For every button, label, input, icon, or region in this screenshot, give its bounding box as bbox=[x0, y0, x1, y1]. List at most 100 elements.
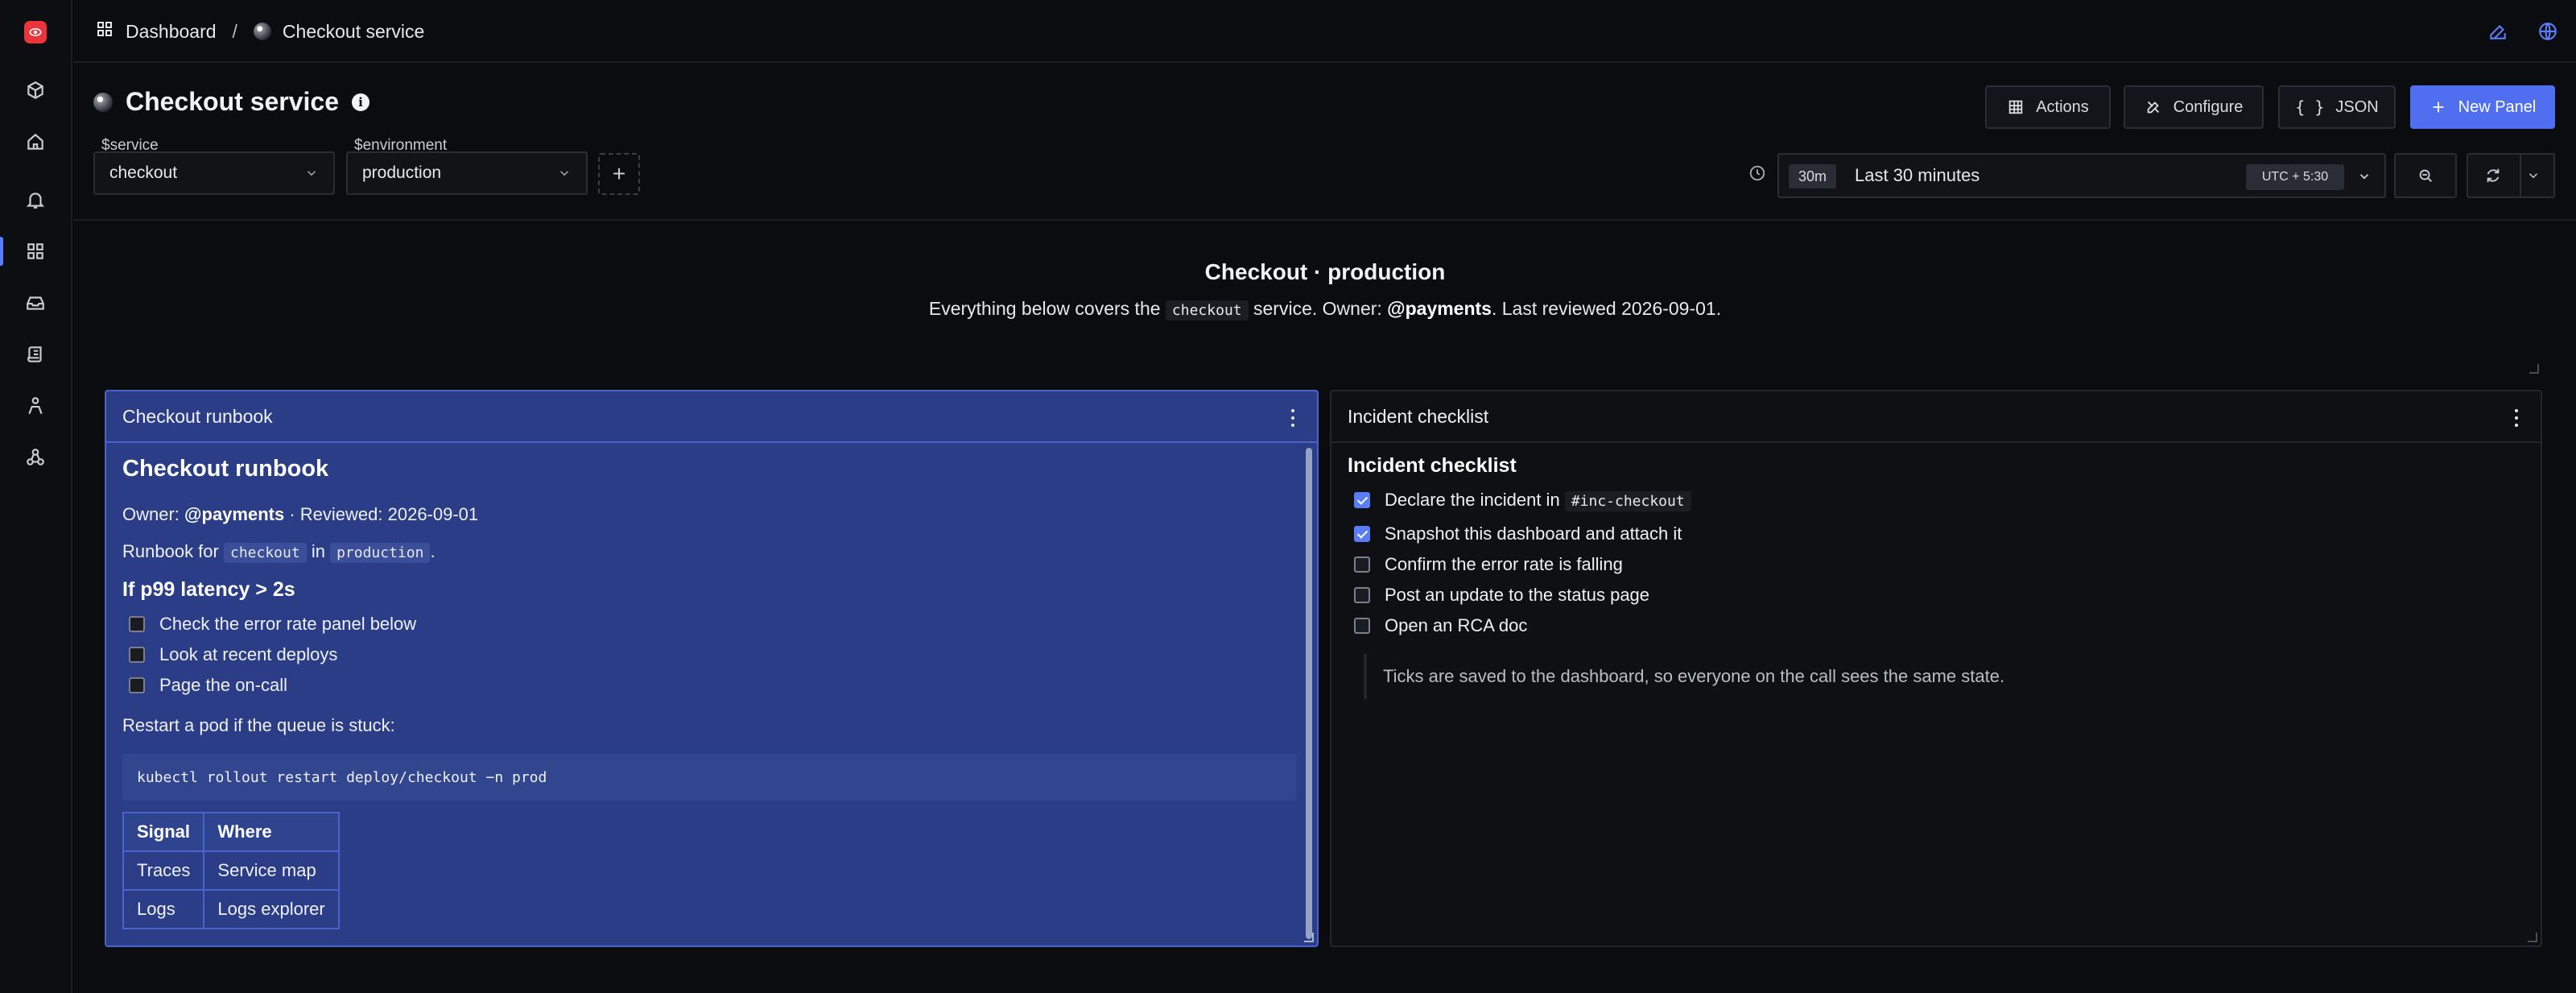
table-icon bbox=[2008, 100, 2023, 114]
checkbox[interactable] bbox=[1354, 587, 1370, 603]
timezone-chip[interactable]: UTC + 5:30 bbox=[2246, 164, 2344, 190]
checklist-panel-header: Incident checklist bbox=[1331, 391, 2541, 443]
new-panel-label: New Panel bbox=[2458, 97, 2537, 116]
json-label: JSON bbox=[2335, 97, 2379, 116]
text-panel-subtitle: Everything below covers the checkout ser… bbox=[74, 298, 2576, 321]
globe-icon[interactable] bbox=[2537, 21, 2558, 42]
runbook-command-block: kubectl rollout restart deploy/checkout … bbox=[122, 754, 1296, 801]
add-variable-button[interactable]: + bbox=[598, 153, 640, 195]
checkbox[interactable] bbox=[129, 647, 145, 663]
inbox-icon[interactable] bbox=[23, 290, 48, 316]
runbook-check-item[interactable]: Check the error rate panel below bbox=[129, 614, 416, 635]
checklist-panel-body: Incident checklist Declare the incident … bbox=[1348, 443, 2524, 945]
checklist-label: Check the error rate panel below bbox=[159, 614, 417, 634]
text-panel-owner: @payments bbox=[1387, 298, 1492, 319]
runbook-owner-line: Owner: @payments · Reviewed: 2026-09-01 bbox=[122, 504, 478, 525]
breadcrumb-dashboard[interactable]: Dashboard bbox=[126, 21, 217, 43]
text-panel-sub-before: Everything below covers the bbox=[928, 298, 1161, 319]
table-row: Logs Logs explorer bbox=[122, 889, 340, 929]
runbook-panel: Checkout runbook Checkout runbook Owner:… bbox=[105, 390, 1319, 947]
json-button[interactable]: { } JSON bbox=[2278, 85, 2396, 129]
panel-menu-icon[interactable] bbox=[2513, 409, 2520, 427]
table-header-cell: Where bbox=[203, 812, 340, 852]
refresh-button[interactable] bbox=[2467, 153, 2555, 198]
checklist-item[interactable]: Declare the incident in #inc-checkout bbox=[1354, 490, 1691, 511]
runbook-heading: Checkout runbook bbox=[122, 456, 329, 482]
time-range-chip: 30m bbox=[1789, 164, 1837, 188]
runbook-check-item[interactable]: Page the on-call bbox=[129, 675, 287, 696]
checklist-label: Confirm the error rate is falling bbox=[1385, 554, 1623, 574]
checklist-item[interactable]: Confirm the error rate is falling bbox=[1354, 554, 1623, 575]
scroll-icon[interactable] bbox=[23, 341, 48, 367]
new-panel-button[interactable]: New Panel bbox=[2410, 85, 2555, 129]
page-title: Checkout service i bbox=[93, 87, 370, 117]
runbook-owner: @payments bbox=[184, 504, 285, 524]
zoom-out-icon bbox=[2419, 169, 2432, 182]
zoom-out-button[interactable] bbox=[2394, 153, 2457, 198]
edit-icon[interactable] bbox=[2487, 21, 2508, 42]
checklist-item[interactable]: Open an RCA doc bbox=[1354, 615, 1527, 636]
checklist-note: Ticks are saved to the dashboard, so eve… bbox=[1364, 654, 2330, 699]
time-range-picker[interactable]: 30m Last 30 minutes UTC + 5:30 bbox=[1777, 153, 2386, 198]
runbook-for-text: Runbook for bbox=[122, 541, 219, 561]
checkbox[interactable] bbox=[1354, 492, 1370, 508]
text-panel-resize-handle[interactable] bbox=[2529, 364, 2539, 374]
checkbox[interactable] bbox=[1354, 618, 1370, 634]
chevron-down-icon bbox=[307, 171, 316, 176]
runbook-panel-body: Checkout runbook Owner: @payments · Revi… bbox=[122, 443, 1301, 945]
runbook-panel-header: Checkout runbook bbox=[106, 391, 1317, 443]
runbook-scrollbar[interactable] bbox=[1306, 448, 1312, 939]
runbook-section-heading: If p99 latency > 2s bbox=[122, 578, 295, 601]
configure-button[interactable]: Configure bbox=[2124, 85, 2264, 129]
table-cell: Logs bbox=[122, 889, 205, 929]
dashboard-ball-icon bbox=[93, 92, 113, 112]
runbook-resize-handle[interactable] bbox=[1304, 933, 1314, 942]
person-icon[interactable] bbox=[23, 393, 48, 419]
time-range-text: Last 30 minutes bbox=[1855, 165, 1980, 185]
checkbox[interactable] bbox=[129, 677, 145, 693]
cube-icon[interactable] bbox=[23, 77, 48, 103]
runbook-check-item[interactable]: Look at recent deploys bbox=[129, 644, 337, 665]
home-icon[interactable] bbox=[23, 129, 48, 155]
runbook-in-text: in bbox=[311, 541, 325, 561]
refresh-icon bbox=[2487, 168, 2500, 183]
incident-checklist-panel: Incident checklist Incident checklist De… bbox=[1330, 390, 2542, 947]
runbook-service-code: checkout bbox=[223, 543, 307, 563]
environment-variable-value: production bbox=[362, 163, 442, 182]
checklist-resize-handle[interactable] bbox=[2528, 933, 2537, 942]
bell-icon[interactable] bbox=[23, 187, 48, 213]
checklist-item[interactable]: Post an update to the status page bbox=[1354, 585, 1649, 606]
table-cell: Traces bbox=[122, 850, 205, 891]
checklist-item[interactable]: Snapshot this dashboard and attach it bbox=[1354, 523, 1682, 544]
breadcrumb-separator: / bbox=[232, 20, 237, 42]
actions-button[interactable]: Actions bbox=[1985, 85, 2111, 129]
network-icon[interactable] bbox=[23, 445, 48, 470]
refresh-divider bbox=[2520, 155, 2521, 197]
environment-variable-select[interactable]: production bbox=[346, 151, 588, 195]
checkbox[interactable] bbox=[1354, 556, 1370, 573]
checklist-label: Snapshot this dashboard and attach it bbox=[1385, 523, 1682, 544]
page-title-text: Checkout service bbox=[126, 87, 340, 116]
runbook-signal-table: Signal Where Traces Service map Logs Log… bbox=[122, 812, 340, 929]
checklist-label: Declare the incident in #inc-checkout bbox=[1385, 490, 1691, 511]
panel-menu-icon[interactable] bbox=[1290, 409, 1296, 427]
checklist-label: Open an RCA doc bbox=[1385, 615, 1528, 635]
checklist-label: Post an update to the status page bbox=[1385, 585, 1650, 605]
runbook-for-line: Runbook for checkout in production. bbox=[122, 541, 436, 563]
dashboard-ball-icon bbox=[253, 23, 271, 40]
chevron-down-icon[interactable] bbox=[2526, 168, 2541, 183]
text-panel-sub-after: . Last reviewed 2026-09-01. bbox=[1491, 298, 1722, 319]
runbook-period: . bbox=[430, 541, 436, 561]
grid-icon[interactable] bbox=[23, 238, 48, 264]
service-variable-value: checkout bbox=[109, 163, 178, 182]
service-variable-select[interactable]: checkout bbox=[93, 151, 335, 195]
breadcrumb-current: Checkout service bbox=[282, 20, 425, 42]
breadcrumb: Dashboard / Checkout service bbox=[95, 19, 424, 43]
grid-icon bbox=[95, 19, 114, 43]
chevron-down-icon bbox=[559, 171, 569, 176]
info-icon[interactable]: i bbox=[352, 93, 370, 111]
chevron-down-icon[interactable] bbox=[2354, 166, 2375, 187]
checkbox[interactable] bbox=[129, 616, 145, 632]
checkbox[interactable] bbox=[1354, 526, 1370, 542]
logo-icon[interactable] bbox=[24, 21, 47, 43]
